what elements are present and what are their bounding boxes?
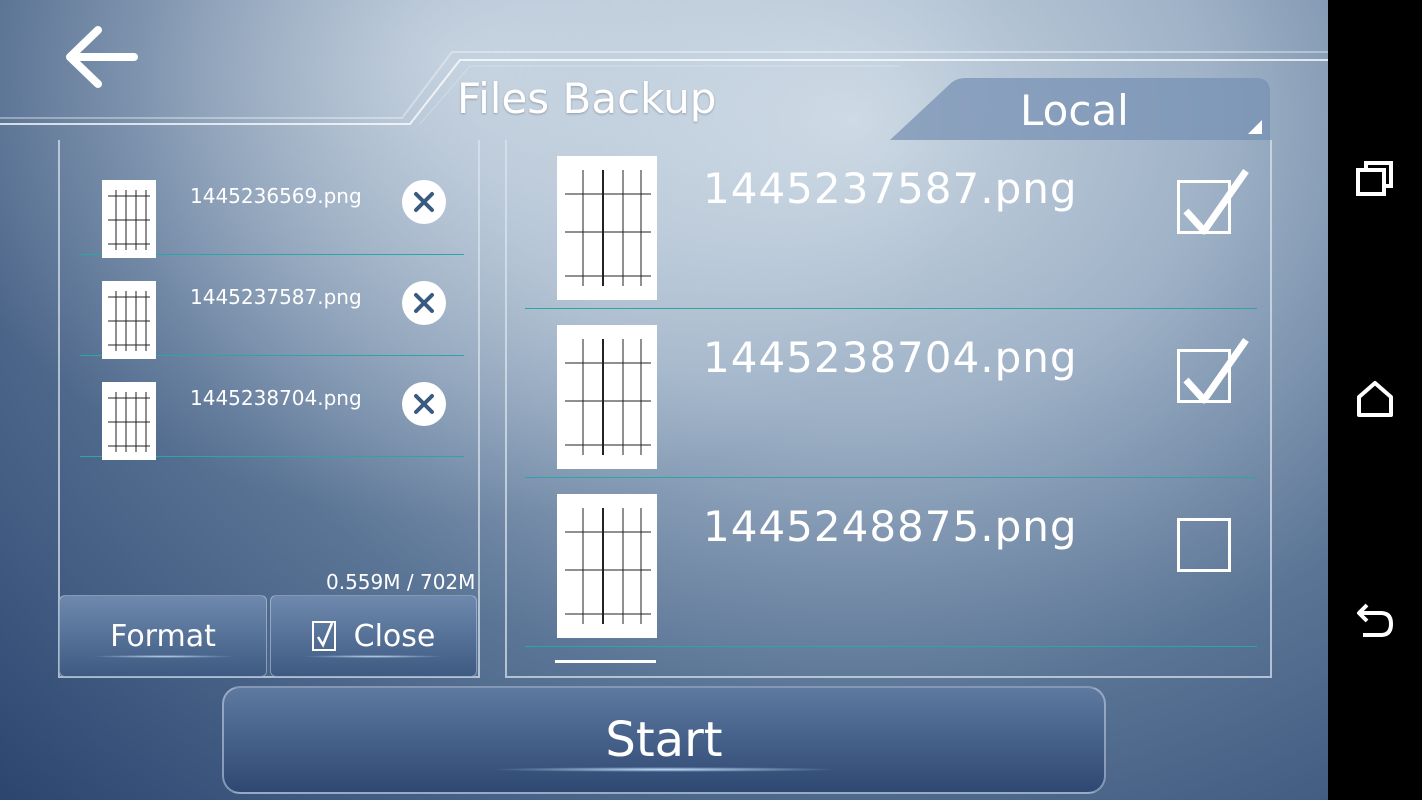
start-button[interactable]: Start [222,686,1106,794]
file-thumbnail [557,156,657,300]
tab-local[interactable]: Local [890,78,1270,140]
close-circle-icon [414,192,434,212]
file-name: 1445238704.png [190,386,362,410]
file-name: 1445237587.png [703,164,1078,213]
file-thumbnail [557,325,657,469]
undo-back-icon [1357,603,1394,637]
remove-file-button[interactable] [402,281,446,325]
nav-back-button[interactable] [1350,598,1400,648]
format-button-label: Format [110,618,216,654]
next-item-peek [555,660,656,663]
file-name: 1445237587.png [190,285,362,309]
file-thumbnail [102,382,156,460]
remove-file-button[interactable] [402,382,446,426]
checkmark-icon [1183,168,1249,235]
list-item[interactable]: 1445237587.png [525,140,1257,309]
system-navigation-bar [1328,0,1422,800]
dropdown-corner-icon [1248,120,1262,134]
remove-file-button[interactable] [402,180,446,224]
list-item[interactable]: 1445238704.png [525,309,1257,478]
file-checkbox[interactable] [1177,168,1249,235]
list-item: 1445237587.png [80,255,464,359]
app-screen: Files Backup Local 1445236569.png 144523… [0,0,1328,800]
page-title: Files Backup [457,74,717,123]
arrow-left-icon [66,26,138,88]
file-thumbnail [557,494,657,638]
file-name: 1445238704.png [703,333,1078,382]
file-name: 1445236569.png [190,184,362,208]
recent-apps-icon [1356,161,1393,196]
checkmark-icon [1183,337,1249,404]
close-circle-icon [414,293,434,313]
list-item: 1445236569.png [80,154,464,258]
recent-apps-button[interactable] [1350,154,1400,204]
back-button[interactable] [60,24,140,90]
local-files-panel: 1445237587.png 1445238704.png 1445248875… [505,140,1272,678]
file-thumbnail [102,281,156,359]
start-button-label: Start [605,712,723,768]
storage-usage: 0.559M / 702M [326,570,476,594]
format-button[interactable]: Format [59,595,267,677]
home-icon [1357,381,1393,417]
file-name: 1445248875.png [703,502,1078,551]
file-checkbox[interactable] [1177,518,1231,572]
tab-local-label: Local [1020,86,1129,135]
close-toggle-button[interactable]: Close [270,595,477,677]
close-circle-icon [414,394,434,414]
checkbox-checked-icon [311,621,336,651]
list-item: 1445238704.png [80,356,464,460]
file-thumbnail [102,180,156,258]
close-button-label: Close [353,618,436,654]
file-checkbox[interactable] [1177,337,1249,404]
home-button[interactable] [1350,374,1400,424]
list-item[interactable]: 1445248875.png [525,478,1257,647]
